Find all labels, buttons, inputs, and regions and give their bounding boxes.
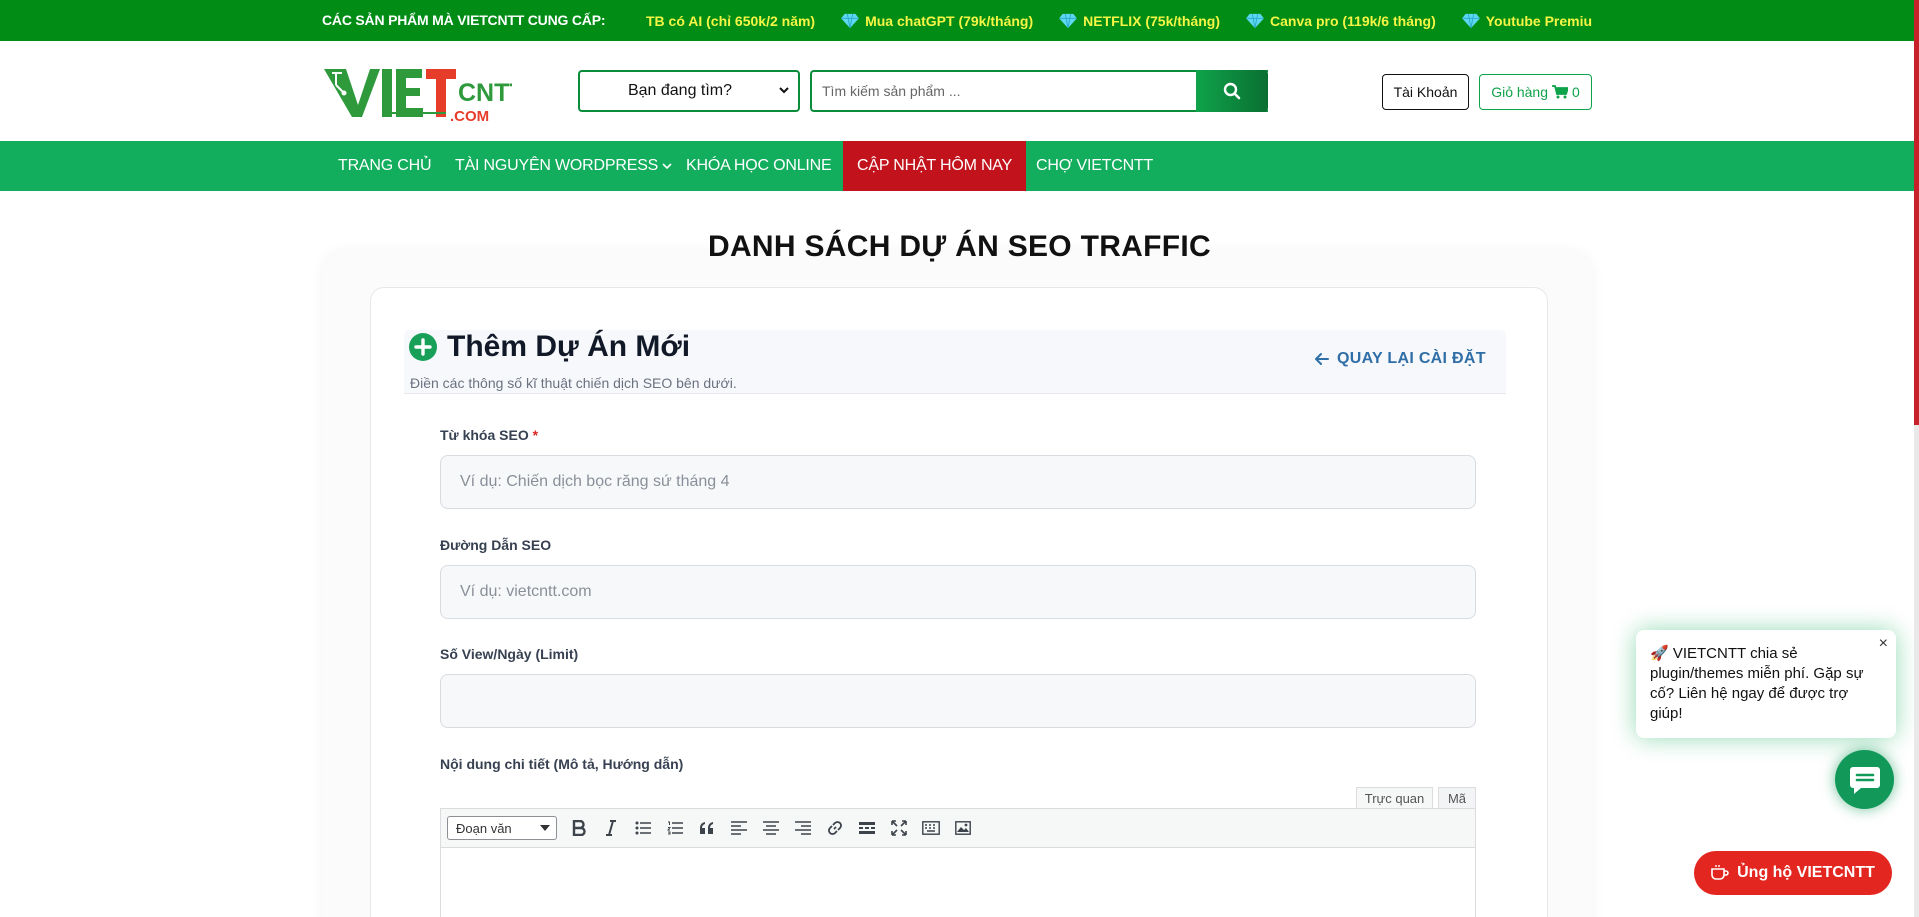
page-title: DANH SÁCH DỰ ÁN SEO TRAFFIC xyxy=(708,230,1211,263)
account-button[interactable]: Tài Khoản xyxy=(1382,74,1469,110)
blockquote-button[interactable] xyxy=(691,813,723,843)
add-project-subtitle: Điền các thông số kĩ thuật chiến dịch SE… xyxy=(410,375,737,391)
views-limit-input[interactable] xyxy=(440,674,1476,728)
donate-button[interactable]: Ủng hộ VIETCNTT xyxy=(1694,851,1892,895)
keyword-label: Từ khóa SEO * xyxy=(440,427,539,443)
tab-visual[interactable]: Trực quan xyxy=(1356,787,1433,809)
site-header: CNTT .COM Bạn đang tìm? Tìm kiếm sản phẩ… xyxy=(0,41,1919,141)
insert-link-button[interactable] xyxy=(819,813,851,843)
bold-button[interactable] xyxy=(563,813,595,843)
link-icon xyxy=(828,821,842,835)
plus-circle-icon xyxy=(409,333,437,361)
close-icon[interactable]: × xyxy=(1879,634,1888,654)
coffee-cup-icon xyxy=(1711,865,1729,880)
tab-code[interactable]: Mã xyxy=(1438,787,1476,809)
diamond-icon xyxy=(1246,13,1264,28)
keyword-input[interactable]: Ví dụ: Chiến dịch bọc răng sứ tháng 4 xyxy=(440,455,1476,509)
search-icon xyxy=(1223,82,1241,100)
promo-ticker-bar: CÁC SẢN PHẨM MÀ VIETCNTT CUNG CẤP: TB có… xyxy=(0,0,1919,41)
content-editor-area[interactable] xyxy=(440,848,1476,917)
required-marker: * xyxy=(532,427,539,443)
chat-open-button[interactable] xyxy=(1835,750,1894,809)
bold-icon xyxy=(572,820,586,836)
cart-button[interactable]: Giỏ hàng 0 xyxy=(1479,74,1592,110)
diamond-icon xyxy=(1059,13,1078,28)
align-left-button[interactable] xyxy=(723,813,755,843)
nav-today-updates[interactable]: CẬP NHẬT HÔM NAY xyxy=(843,141,1027,191)
align-center-icon xyxy=(763,821,779,835)
editor-toolbar: Đoạn văn xyxy=(440,808,1476,848)
image-icon xyxy=(955,821,971,835)
nav-vietcntt-market[interactable]: CHỢ VIETCNTT xyxy=(1036,141,1153,191)
keyboard-icon xyxy=(922,821,940,835)
ticker-item[interactable]: TB có AI (chỉ 650k/2 năm) xyxy=(646,13,815,29)
chat-bubble-icon xyxy=(1849,766,1880,794)
ticker-item[interactable]: Youtube Premiu xyxy=(1461,13,1592,29)
bullet-list-icon xyxy=(635,821,651,835)
seo-url-input[interactable]: Ví dụ: vietcntt.com xyxy=(440,565,1476,619)
svg-text:CNTT: CNTT xyxy=(458,79,512,107)
toolbar-toggle-button[interactable] xyxy=(915,813,947,843)
back-to-settings-link[interactable]: QUAY LẠI CÀI ĐẶT xyxy=(1315,350,1486,368)
fullscreen-icon xyxy=(891,820,907,836)
site-logo[interactable]: CNTT .COM xyxy=(322,63,525,125)
vietcntt-logo-icon: CNTT .COM xyxy=(324,69,525,125)
bullet-list-button[interactable] xyxy=(627,813,659,843)
svg-text:.COM: .COM xyxy=(450,108,489,123)
nav-home[interactable]: TRANG CHỦ xyxy=(338,141,432,191)
italic-button[interactable] xyxy=(595,813,627,843)
nav-wordpress-resources[interactable]: TÀI NGUYÊN WORDPRESS xyxy=(455,141,672,191)
chat-popup: × 🚀 VIETCNTT chia sẻ plugin/themes miễn … xyxy=(1636,630,1896,738)
nav-online-courses[interactable]: KHÓA HỌC ONLINE xyxy=(686,141,832,191)
chat-message: 🚀 VIETCNTT chia sẻ plugin/themes miễn ph… xyxy=(1650,645,1864,722)
ticker-item[interactable]: Canva pro (119k/6 tháng) xyxy=(1246,13,1436,29)
diamond-icon xyxy=(841,13,859,28)
cart-icon xyxy=(1552,85,1569,99)
align-left-icon xyxy=(731,821,747,835)
add-media-button[interactable] xyxy=(947,813,979,843)
diamond-icon xyxy=(1461,13,1480,28)
ticker-label: CÁC SẢN PHẨM MÀ VIETCNTT CUNG CẤP: xyxy=(322,12,606,28)
content-label: Nội dung chi tiết (Mô tả, Hướng dẫn) xyxy=(440,756,684,772)
align-right-icon xyxy=(795,821,811,835)
quote-icon xyxy=(700,822,713,834)
seo-url-label: Đường Dẫn SEO xyxy=(440,537,552,553)
fullscreen-button[interactable] xyxy=(883,813,915,843)
numbered-list-button[interactable] xyxy=(659,813,691,843)
chevron-down-icon xyxy=(662,163,672,170)
main-nav: TRANG CHỦ TÀI NGUYÊN WORDPRESS KHÓA HỌC … xyxy=(0,141,1919,191)
page-scrollbar-thumb[interactable] xyxy=(1914,0,1919,425)
arrow-left-icon xyxy=(1315,353,1329,365)
ticker-item[interactable]: Mua chatGPT (79k/tháng) xyxy=(841,13,1033,29)
caret-down-icon xyxy=(540,825,550,831)
search-category-select[interactable]: Bạn đang tìm? xyxy=(578,70,800,112)
views-limit-label: Số View/Ngày (Limit) xyxy=(440,646,579,662)
numbered-list-icon xyxy=(667,821,683,835)
read-more-button[interactable] xyxy=(851,813,883,843)
add-project-heading: Thêm Dự Án Mới xyxy=(409,330,690,364)
search-button[interactable] xyxy=(1196,70,1268,112)
chevron-down-icon xyxy=(779,87,789,94)
align-center-button[interactable] xyxy=(755,813,787,843)
format-select[interactable]: Đoạn văn xyxy=(447,816,557,840)
ticker-item[interactable]: NETFLIX (75k/tháng) xyxy=(1059,13,1220,29)
read-more-icon xyxy=(859,822,875,834)
ticker-track: TB có AI (chỉ 650k/2 năm) Mua chatGPT (7… xyxy=(646,0,1593,41)
cart-count: 0 xyxy=(1572,84,1580,100)
align-right-button[interactable] xyxy=(787,813,819,843)
italic-icon xyxy=(606,820,616,836)
